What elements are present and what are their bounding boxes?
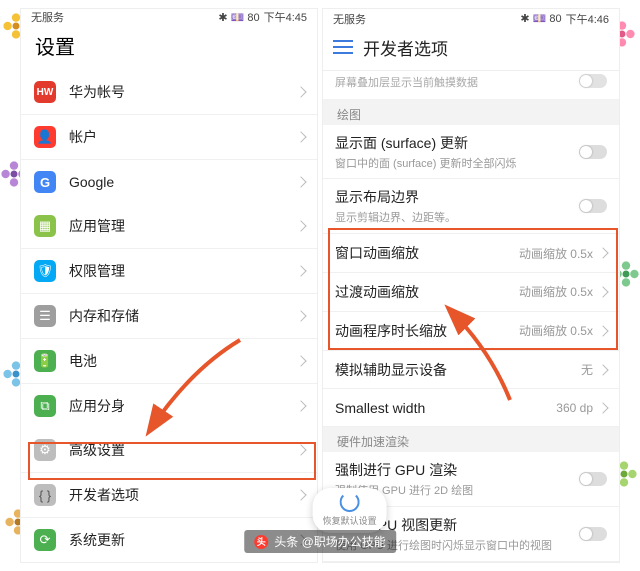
status-time: 下午4:46 xyxy=(566,11,609,27)
phone-right: 无服务 ✱ 💷 80 下午4:46 开发者选项 屏幕叠加层显示当前触摸数据 绘图… xyxy=(322,8,620,563)
row-accounts[interactable]: 👤 帐户 xyxy=(21,115,317,160)
phone-left: 无服务 ✱ 💷 80 下午4:45 设置 HW 华为帐号 👤 帐户 G Goog… xyxy=(20,8,318,563)
apps-icon: ▦ xyxy=(33,214,57,238)
chevron-right-icon xyxy=(295,355,306,366)
row-smallest-width[interactable]: Smallest width 360 dp xyxy=(323,389,619,427)
row-google[interactable]: G Google xyxy=(21,160,317,204)
twin-icon: ⧉ xyxy=(33,394,57,418)
loading-spinner-icon xyxy=(340,492,360,512)
row-advanced-settings[interactable]: ⚙ 高级设置 xyxy=(21,428,317,473)
chevron-right-icon xyxy=(295,310,306,321)
toggle-switch[interactable] xyxy=(579,145,607,159)
header: 开发者选项 xyxy=(323,29,619,71)
chevron-right-icon xyxy=(295,265,306,276)
google-icon: G xyxy=(33,170,57,194)
chevron-right-icon xyxy=(295,400,306,411)
developer-icon: { } xyxy=(33,483,57,507)
chevron-right-icon xyxy=(295,176,306,187)
section-drawing: 绘图 xyxy=(323,100,619,125)
page-title: 设置 xyxy=(21,25,317,70)
row-window-anim-scale[interactable]: 窗口动画缩放 动画缩放 0.5x xyxy=(323,234,619,273)
chevron-right-icon xyxy=(295,489,306,500)
shield-icon: 🛡 xyxy=(33,259,57,283)
status-bar: 无服务 ✱ 💷 80 下午4:45 xyxy=(21,9,317,25)
refresh-toast: 恢复默认设置 xyxy=(322,488,387,533)
section-hw-accel: 硬件加速渲染 xyxy=(323,427,619,452)
row-partial-touch[interactable]: 屏幕叠加层显示当前触摸数据 xyxy=(323,71,619,100)
status-bar: 无服务 ✱ 💷 80 下午4:46 xyxy=(323,9,619,29)
watermark: 头 头条 @职场办公技能 xyxy=(244,530,396,553)
toggle-switch[interactable] xyxy=(579,74,607,88)
row-developer-options[interactable]: { } 开发者选项 xyxy=(21,473,317,518)
toggle-switch[interactable] xyxy=(579,199,607,213)
toutiao-logo-icon: 头 xyxy=(254,535,268,549)
carrier-text: 无服务 xyxy=(31,9,64,25)
status-icons: ✱ 💷 80 xyxy=(218,11,259,24)
huawei-icon: HW xyxy=(33,80,57,104)
row-battery[interactable]: 🔋 电池 xyxy=(21,339,317,384)
chevron-right-icon xyxy=(295,444,306,455)
gear-icon: ⚙ xyxy=(33,438,57,462)
chevron-right-icon xyxy=(295,131,306,142)
row-layout-bounds[interactable]: 显示布局边界 显示剪辑边界、边距等。 xyxy=(323,179,619,234)
update-icon: ⟳ xyxy=(33,528,57,552)
row-huawei-account[interactable]: HW 华为帐号 xyxy=(21,70,317,115)
storage-icon: ☰ xyxy=(33,304,57,328)
row-simulate-secondary-display[interactable]: 模拟辅助显示设备 无 xyxy=(323,351,619,390)
status-icons: ✱ 💷 80 xyxy=(520,12,561,25)
row-surface-updates[interactable]: 显示面 (surface) 更新 窗口中的面 (surface) 更新时全部闪烁 xyxy=(323,125,619,180)
account-icon: 👤 xyxy=(33,125,57,149)
status-time: 下午4:45 xyxy=(264,9,307,25)
row-animator-duration-scale[interactable]: 动画程序时长缩放 动画缩放 0.5x xyxy=(323,312,619,351)
battery-icon: 🔋 xyxy=(33,349,57,373)
row-storage[interactable]: ☰ 内存和存储 xyxy=(21,294,317,339)
chevron-right-icon xyxy=(295,86,306,97)
chevron-right-icon xyxy=(295,220,306,231)
chevron-right-icon xyxy=(597,286,608,297)
toggle-switch[interactable] xyxy=(579,472,607,486)
chevron-right-icon xyxy=(597,325,608,336)
chevron-right-icon xyxy=(597,364,608,375)
row-app-management[interactable]: ▦ 应用管理 xyxy=(21,204,317,249)
menu-icon[interactable] xyxy=(333,40,353,54)
row-permissions[interactable]: 🛡 权限管理 xyxy=(21,249,317,294)
toggle-switch[interactable] xyxy=(579,527,607,541)
carrier-text: 无服务 xyxy=(333,11,366,27)
chevron-right-icon xyxy=(597,247,608,258)
row-app-twin[interactable]: ⧉ 应用分身 xyxy=(21,384,317,428)
page-title: 开发者选项 xyxy=(363,35,448,60)
chevron-right-icon xyxy=(597,402,608,413)
row-transition-anim-scale[interactable]: 过渡动画缩放 动画缩放 0.5x xyxy=(323,273,619,312)
